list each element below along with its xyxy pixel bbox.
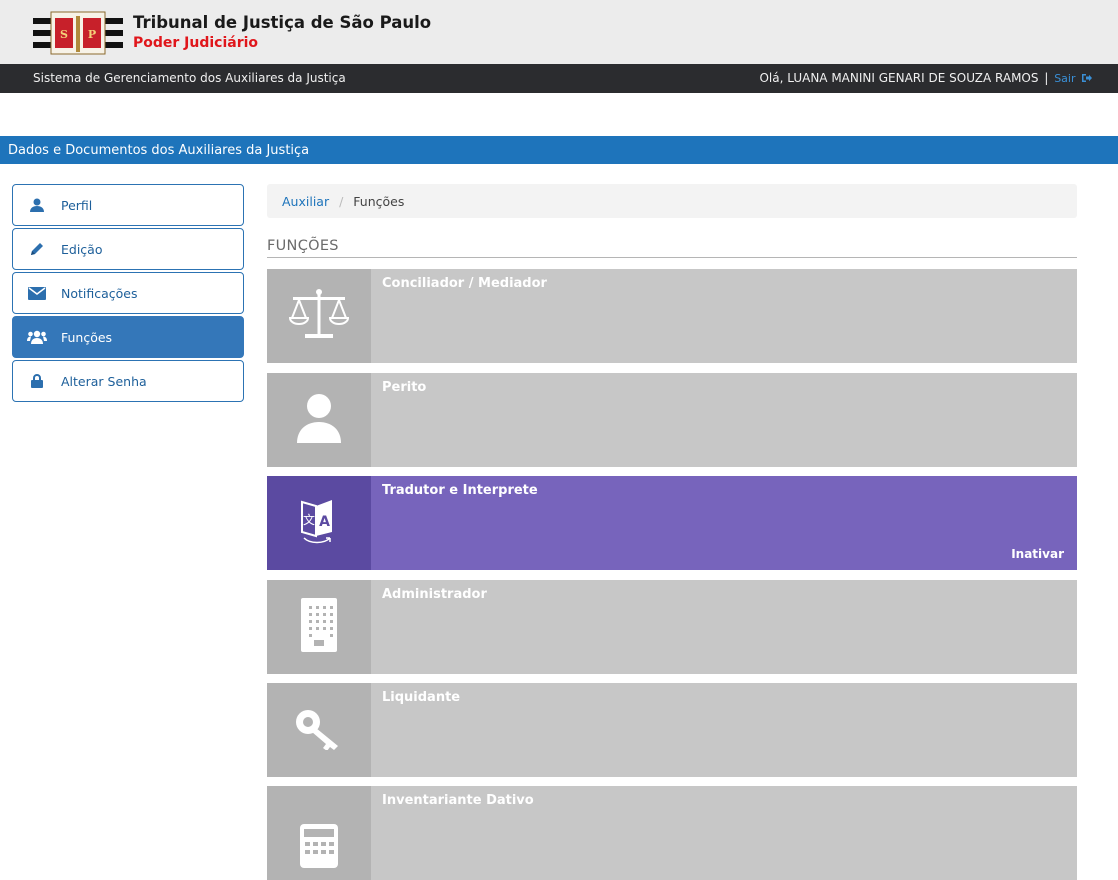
card-icon-box: [267, 683, 371, 777]
sidebar-item-label: Alterar Senha: [61, 373, 147, 389]
sidebar-item-label: Perfil: [61, 197, 93, 213]
logout-label: Sair: [1054, 72, 1076, 85]
card-title: Liquidante: [382, 690, 461, 705]
lock-icon: [25, 374, 49, 388]
card-icon-box: [267, 269, 371, 363]
card-title: Conciliador / Mediador: [382, 276, 547, 291]
envelope-icon: [25, 286, 49, 300]
key-icon: [294, 706, 344, 754]
building-icon: [301, 598, 337, 656]
role-card-tradutor[interactable]: 文 A Tradutor e Interprete Inativar: [267, 476, 1077, 570]
inativar-button[interactable]: Inativar: [1011, 547, 1064, 561]
sidebar-item-perfil[interactable]: Perfil: [12, 184, 244, 226]
person-icon: [296, 393, 342, 447]
top-header: S P Tribunal de Justiça de São Paulo Pod…: [0, 0, 1118, 64]
svg-text:文: 文: [303, 512, 315, 527]
role-card-inventariante[interactable]: Inventariante Dativo: [267, 786, 1077, 880]
card-label: Perito: [371, 373, 1077, 467]
svg-text:P: P: [88, 28, 96, 41]
system-name: Sistema de Gerenciamento dos Auxiliares …: [33, 71, 346, 85]
user-icon: [25, 198, 49, 212]
sidebar-item-label: Notificações: [61, 285, 138, 301]
scales-icon: [288, 286, 350, 346]
role-card-administrador[interactable]: Administrador: [267, 580, 1077, 674]
page-title: FUNÇÕES: [267, 238, 1077, 258]
svg-text:S: S: [60, 28, 68, 41]
sidebar-item-funcoes[interactable]: Funções: [12, 316, 244, 358]
card-label: Conciliador / Mediador: [371, 269, 1077, 363]
card-title: Administrador: [382, 587, 487, 602]
users-icon: [25, 330, 49, 344]
brand-subtitle: Poder Judiciário: [133, 35, 259, 51]
pencil-icon: [25, 241, 49, 257]
calculator-icon: [300, 824, 338, 872]
card-title: Inventariante Dativo: [382, 793, 534, 808]
card-title: Perito: [382, 380, 427, 395]
svg-text:A: A: [319, 514, 330, 530]
logout-icon: [1082, 74, 1092, 82]
breadcrumb-current: Funções: [353, 194, 405, 209]
user-greeting: Olá, LUANA MANINI GENARI DE SOUZA RAMOS: [759, 71, 1039, 85]
role-card-conciliador[interactable]: Conciliador / Mediador: [267, 269, 1077, 363]
breadcrumb: Auxiliar / Funções: [267, 184, 1077, 218]
card-icon-box: [267, 373, 371, 467]
sidebar-item-label: Edição: [61, 241, 103, 257]
card-icon-box: [267, 580, 371, 674]
breadcrumb-auxiliar-link[interactable]: Auxiliar: [282, 194, 329, 209]
navbar: Sistema de Gerenciamento dos Auxiliares …: [0, 64, 1118, 93]
card-label: Administrador: [371, 580, 1077, 674]
card-label: Tradutor e Interprete Inativar: [371, 476, 1077, 570]
card-icon-box: 文 A: [267, 476, 371, 570]
breadcrumb-separator: /: [339, 194, 344, 209]
sidebar-item-edicao[interactable]: Edição: [12, 228, 244, 270]
role-card-liquidante[interactable]: Liquidante: [267, 683, 1077, 777]
role-card-perito[interactable]: Perito: [267, 373, 1077, 467]
section-title-bar: Dados e Documentos dos Auxiliares da Jus…: [0, 136, 1118, 164]
sidebar: Perfil Edição Notificações Funções Alter…: [12, 184, 244, 404]
user-area: Olá, LUANA MANINI GENARI DE SOUZA RAMOS …: [759, 71, 1092, 85]
brand-title: Tribunal de Justiça de São Paulo: [133, 13, 432, 32]
card-label: Inventariante Dativo: [371, 786, 1077, 880]
card-title: Tradutor e Interprete: [382, 483, 538, 498]
sidebar-item-notificacoes[interactable]: Notificações: [12, 272, 244, 314]
card-label: Liquidante: [371, 683, 1077, 777]
separator: |: [1044, 71, 1049, 85]
sidebar-item-alterar-senha[interactable]: Alterar Senha: [12, 360, 244, 402]
card-icon-box: [267, 786, 371, 880]
tjsp-logo: S P: [33, 11, 123, 55]
sidebar-item-label: Funções: [61, 329, 113, 345]
logout-link[interactable]: Sair: [1054, 72, 1092, 85]
translate-icon: 文 A: [296, 496, 342, 550]
